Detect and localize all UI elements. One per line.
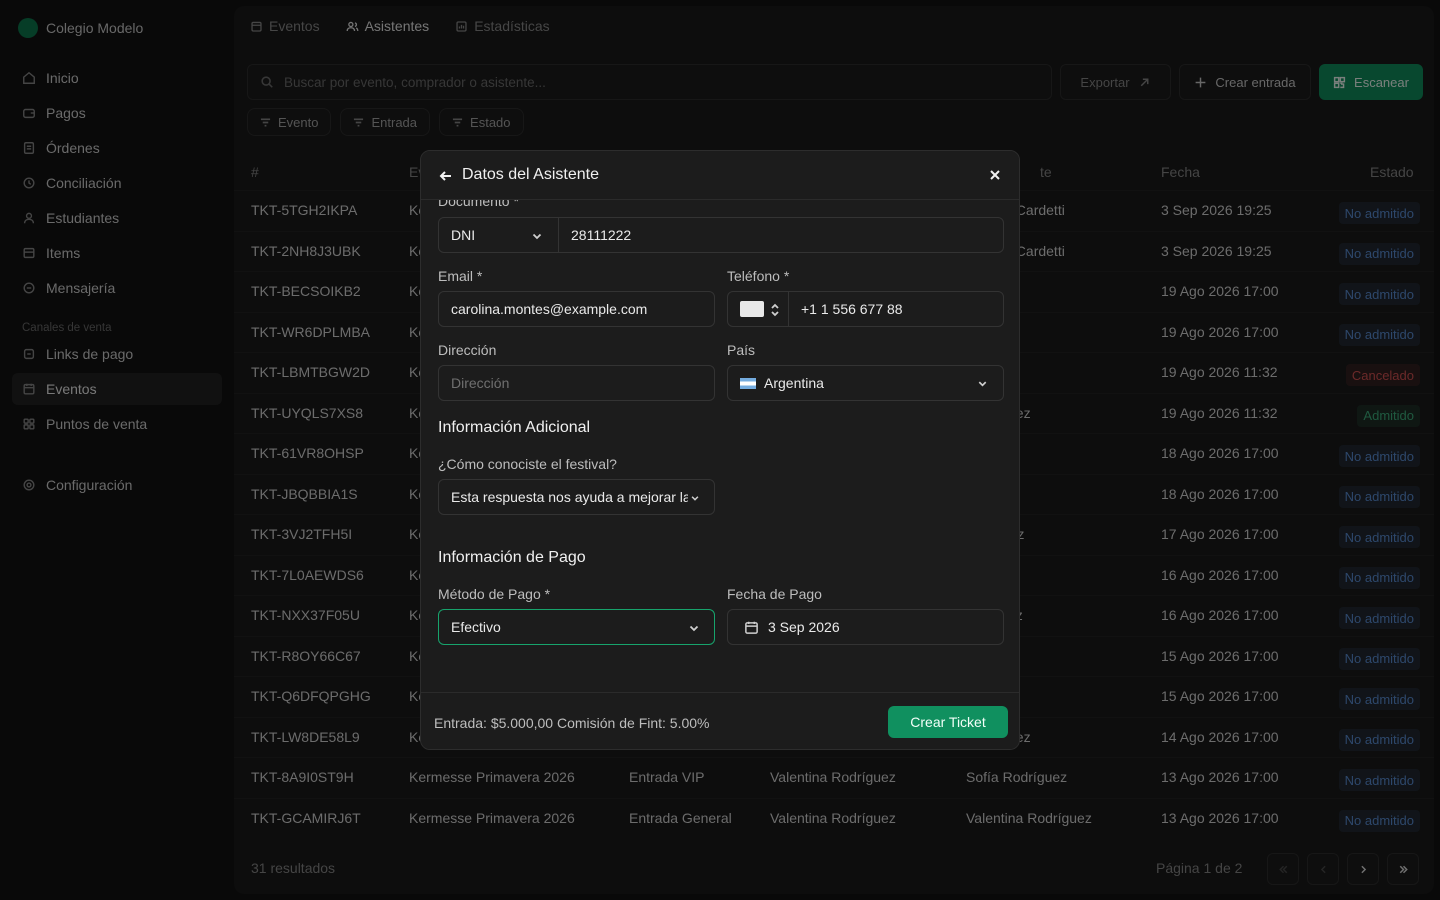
modal-header: Datos del Asistente [421,151,1019,200]
document-number-input[interactable]: 28111222 [558,217,1004,253]
address-placeholder: Dirección [451,375,510,391]
modal-title: Datos del Asistente [462,166,599,183]
arrow-left-icon [439,171,451,181]
email-field[interactable]: carolina.montes@example.com [438,291,715,327]
address-label: Dirección [438,342,497,358]
phone-label: Teléfono * [727,268,790,284]
additional-info-heading: Información Adicional [438,419,591,436]
payment-info-heading: Información de Pago [438,549,586,566]
country-select[interactable]: Argentina [727,365,1004,401]
chevron-down-icon [689,625,699,632]
festival-source-value: Esta respuesta nos ayuda a mejorar la [451,489,688,505]
payment-method-value: Efectivo [451,619,501,635]
payment-date-picker[interactable]: 3 Sep 2026 [727,609,1004,645]
email-value: carolina.montes@example.com [451,301,648,317]
payment-method-label: Método de Pago * [438,586,551,602]
close-icon [990,170,1000,180]
phone-value: +1 1 556 677 88 [801,301,903,317]
country-value: Argentina [764,375,824,391]
document-number-value: 28111222 [571,227,632,243]
festival-question-label: ¿Cómo conociste el festival? [438,456,617,472]
phone-input[interactable]: +1 1 556 677 88 [788,291,1004,327]
chevron-down-icon [691,496,699,501]
payment-date-label: Fecha de Pago [727,586,822,602]
back-button[interactable] [438,168,454,184]
chevron-down-icon [532,233,542,240]
payment-date-value: 3 Sep 2026 [768,619,840,635]
document-type-select[interactable]: DNI [438,217,559,253]
payment-method-select[interactable]: Efectivo [438,609,715,645]
festival-source-select[interactable]: Esta respuesta nos ayuda a mejorar la [438,479,715,515]
modal-footer: Entrada: $5.000,00 Comisión de Fint: 5.0… [421,692,1019,749]
attendee-modal: Datos del Asistente Documento * DNI 2811… [420,150,1020,750]
address-input[interactable]: Dirección [438,365,715,401]
phone-country-select[interactable] [727,291,789,327]
price-summary: Entrada: $5.000,00 Comisión de Fint: 5.0… [434,715,710,731]
country-label: País [727,342,756,358]
email-label: Email * [438,268,483,284]
argentina-flag-icon [740,377,756,389]
close-button[interactable] [987,167,1003,183]
create-ticket-button[interactable]: Crear Ticket [888,706,1008,738]
chevron-down-icon [978,381,987,387]
flag-icon [740,301,764,317]
calendar-icon [745,621,758,634]
document-type-value: DNI [451,227,476,243]
chevron-updown-icon [771,303,779,317]
